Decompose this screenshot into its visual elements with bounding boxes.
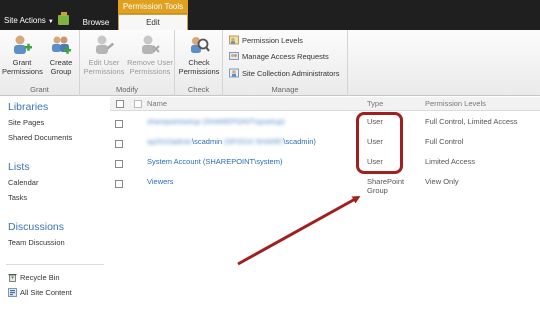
annotation-arrow-line <box>237 196 361 266</box>
annotation-arrow <box>237 196 361 266</box>
